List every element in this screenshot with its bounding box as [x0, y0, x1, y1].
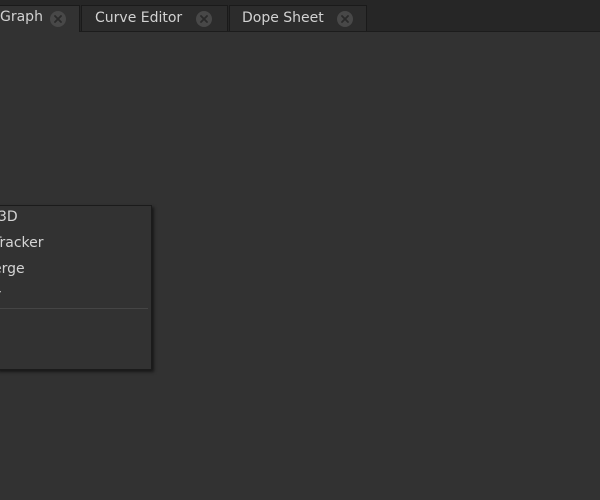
- tab-dope-sheet[interactable]: Dope Sheet: [229, 5, 367, 31]
- menu-item-merge[interactable]: erge: [0, 258, 151, 284]
- tab-label: Dope Sheet: [242, 10, 324, 26]
- menu-item-label: 3D: [0, 209, 18, 225]
- close-icon[interactable]: [50, 11, 66, 27]
- menu-separator: [0, 308, 148, 309]
- menu-item-3d[interactable]: 3D: [0, 206, 151, 232]
- tab-label: Curve Editor: [95, 10, 183, 26]
- close-icon[interactable]: [337, 11, 353, 27]
- menu-item-tracker[interactable]: Tracker: [0, 232, 151, 258]
- context-menu: 3D Tracker erge r: [0, 205, 152, 370]
- menu-item-other[interactable]: r: [0, 284, 151, 310]
- tab-label: Graph: [0, 9, 43, 25]
- menu-item-label: Tracker: [0, 235, 44, 251]
- menu-item-label: erge: [0, 261, 25, 277]
- menu-item-label: r: [0, 287, 1, 303]
- close-icon[interactable]: [196, 11, 212, 27]
- tab-bar: Graph Curve Editor Dope Sheet: [0, 0, 600, 32]
- app-window: Graph Curve Editor Dope Sheet 3D Tracker…: [0, 0, 600, 500]
- tab-curve-editor[interactable]: Curve Editor: [81, 5, 228, 31]
- tab-graph[interactable]: Graph: [0, 5, 80, 32]
